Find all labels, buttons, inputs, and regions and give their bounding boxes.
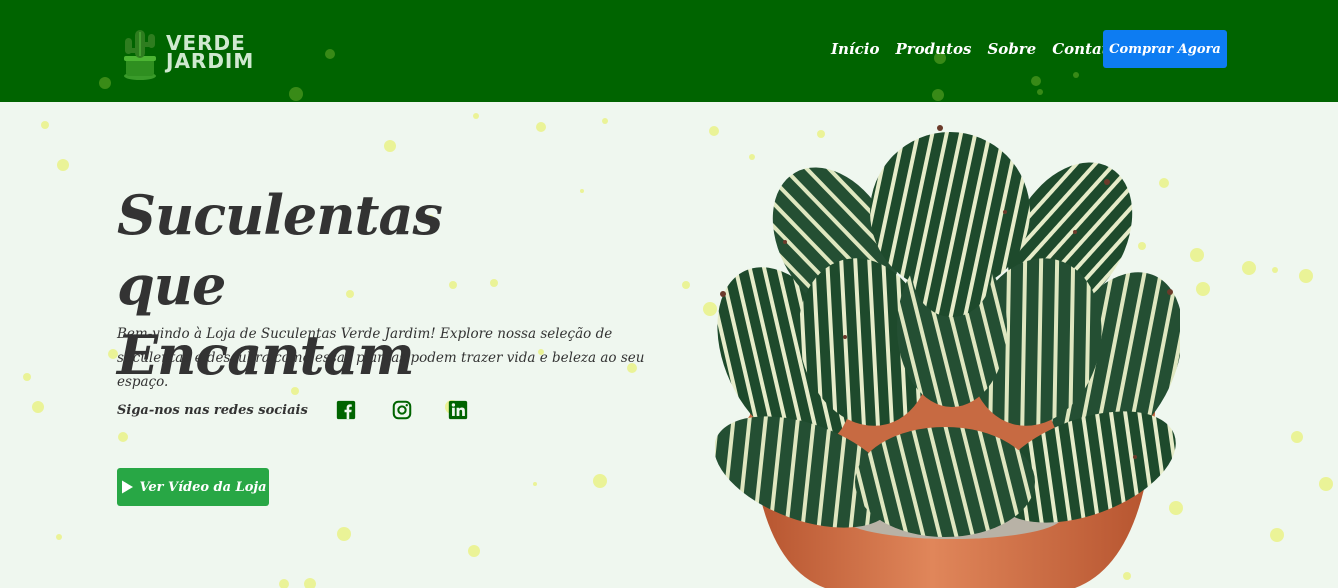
site-header: VERDE JARDIM Início Produtos Sobre Conta…	[0, 0, 1338, 102]
hero-title-line-1: Suculentas que	[117, 183, 443, 317]
social-links: Siga-nos nas redes sociais	[117, 390, 490, 430]
logo[interactable]: VERDE JARDIM	[118, 24, 268, 82]
cactus-logo-icon	[124, 30, 156, 80]
hero-description: Bem-vindo à Loja de Suculentas Verde Jar…	[117, 326, 645, 390]
brand-name: VERDE JARDIM	[166, 33, 255, 73]
nav-link-inicio[interactable]: Início	[831, 40, 879, 58]
watch-video-button[interactable]: Ver Vídeo da Loja	[117, 468, 269, 506]
social-label: Siga-nos nas redes sociais	[117, 402, 308, 418]
buy-now-button[interactable]: Comprar Agora	[1103, 30, 1227, 68]
watch-video-label: Ver Vídeo da Loja	[139, 479, 267, 495]
instagram-icon[interactable]	[378, 390, 426, 430]
succulent-image	[715, 125, 1180, 588]
main-nav: Início Produtos Sobre Contato	[831, 40, 1119, 58]
nav-link-sobre[interactable]: Sobre	[987, 40, 1036, 58]
brand-line-2: JARDIM	[166, 49, 255, 73]
linkedin-icon[interactable]	[434, 390, 482, 430]
facebook-icon[interactable]	[322, 390, 370, 430]
play-icon	[122, 480, 134, 494]
nav-link-produtos[interactable]: Produtos	[895, 40, 971, 58]
